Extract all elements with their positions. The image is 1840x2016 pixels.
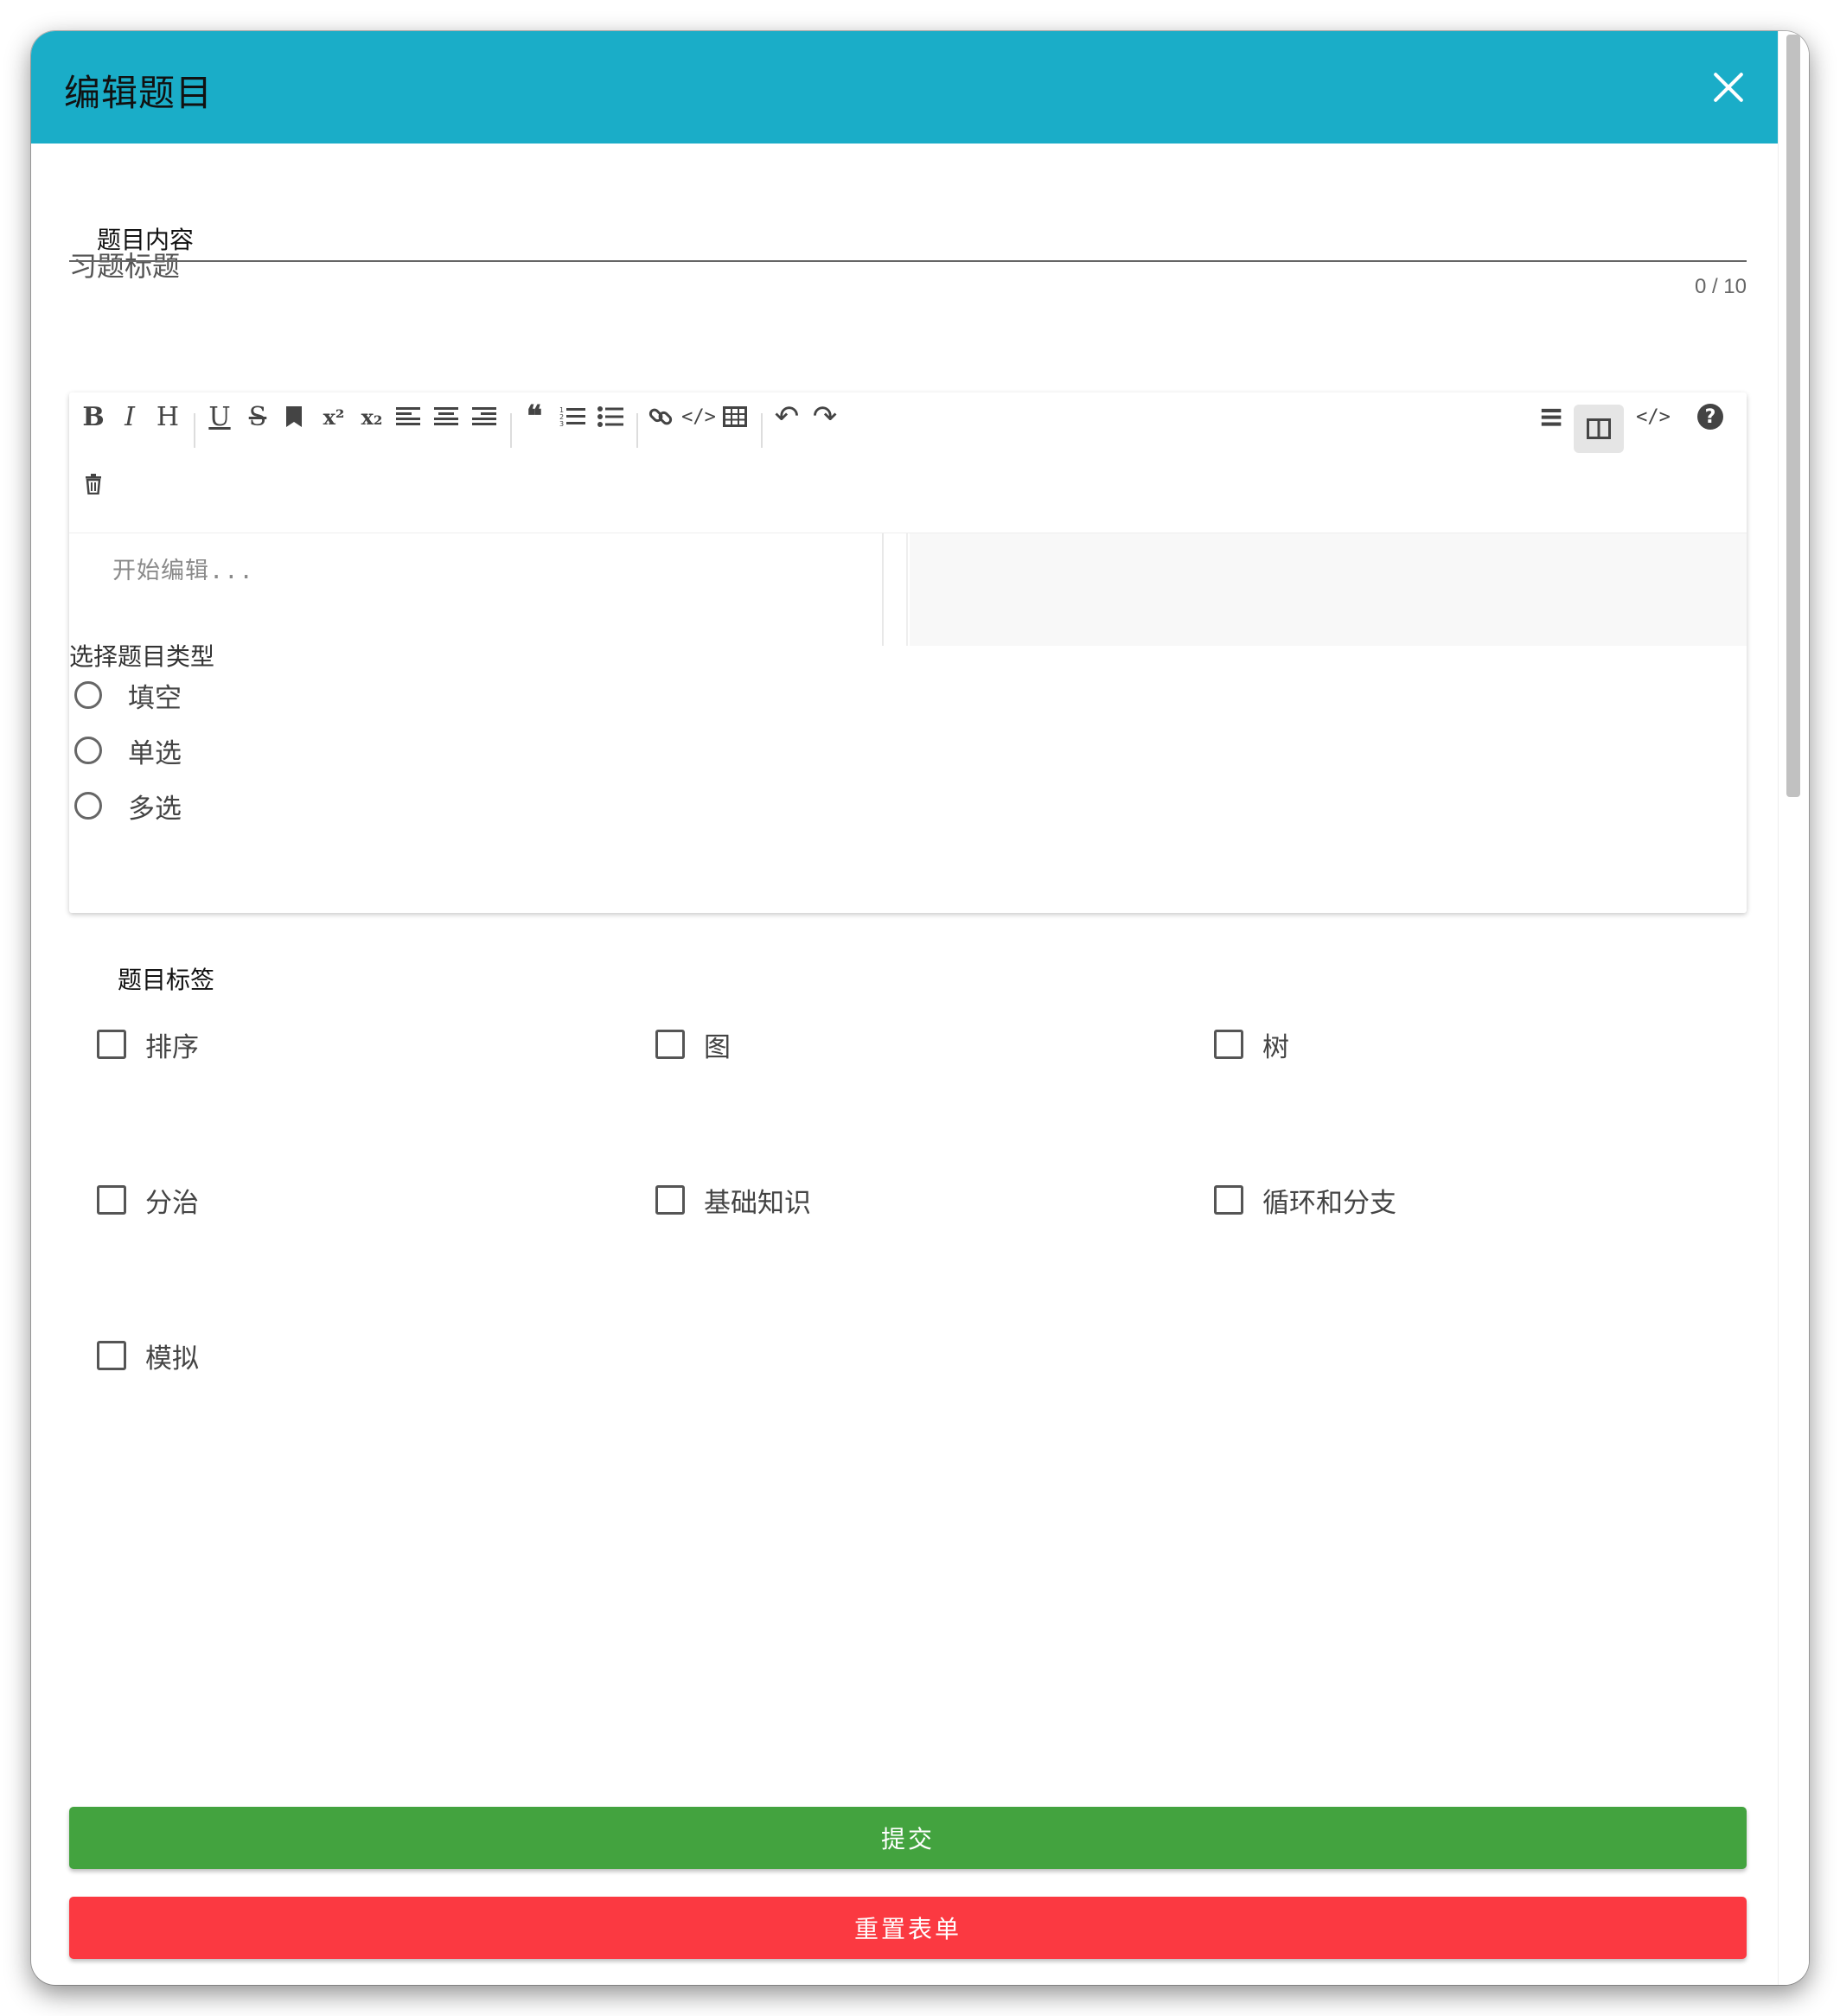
checkbox-label: 分治 [145,1187,199,1219]
radio-single-choice[interactable]: 单选 [74,733,182,769]
svg-text:?: ? [1705,406,1716,428]
close-icon[interactable] [1709,67,1748,107]
markdown-editor: B I H U S x² x₂ ❝ 123 </> ↶ ↷ ≡ </> ? 开始… [69,392,1747,913]
checkbox-icon[interactable] [1214,1030,1243,1059]
radio-label: 填空 [128,682,182,714]
subfield-icon[interactable] [1574,405,1624,453]
scrollbar-thumb[interactable] [1786,35,1800,797]
checkbox-icon[interactable] [655,1185,685,1215]
svg-text:3: 3 [559,420,564,428]
checkbox-icon[interactable] [1214,1185,1243,1215]
checkbox-label: 模拟 [145,1343,199,1375]
radio-label: 单选 [128,737,182,769]
tag-checkbox-basics[interactable]: 基础知识 [655,1183,811,1219]
html-code-icon[interactable]: </> [1629,392,1677,441]
title-input[interactable] [69,195,1747,294]
unordered-list-icon[interactable] [586,392,635,441]
checkbox-icon[interactable] [97,1030,126,1059]
submit-button[interactable]: 提交 [69,1807,1747,1869]
editor-placeholder: 开始编辑... [112,558,254,584]
reset-form-button[interactable]: 重置表单 [69,1897,1747,1959]
dialog-title: 编辑题目 [64,72,214,114]
radio-label: 多选 [128,793,182,825]
edit-question-dialog: 编辑题目 0 / 10 题目内容 B I H U S x² x₂ ❝ [31,31,1809,1985]
checkbox-label: 基础知识 [704,1187,811,1219]
radio-circle-icon[interactable] [74,681,102,709]
redo-icon[interactable]: ↷ [801,392,849,441]
title-field [69,195,1747,294]
table-icon[interactable] [711,392,759,441]
help-icon[interactable]: ? [1686,392,1735,441]
tag-checkbox-sort[interactable]: 排序 [97,1027,199,1063]
checkbox-label: 排序 [145,1031,199,1063]
editor-pane-gutter [884,533,908,646]
checkbox-icon[interactable] [97,1185,126,1215]
question-type-label: 选择题目类型 [69,642,215,671]
editor-input-pane[interactable] [69,533,884,646]
navigation-icon[interactable]: ≡ [1527,392,1575,441]
trash-icon[interactable] [69,460,118,508]
radio-fill-blank[interactable]: 填空 [74,678,182,714]
tag-checkbox-loops-branches[interactable]: 循环和分支 [1214,1183,1396,1219]
editor-preview-pane [910,533,1747,646]
radio-circle-icon[interactable] [74,737,102,764]
tag-checkbox-divide-conquer[interactable]: 分治 [97,1183,199,1219]
title-char-counter: 0 / 10 [1694,275,1747,298]
tag-checkbox-tree[interactable]: 树 [1214,1027,1289,1063]
radio-multiple-choice[interactable]: 多选 [74,788,182,825]
checkbox-label: 图 [704,1031,731,1063]
content-label: 题目内容 [97,226,195,254]
tag-checkbox-graph[interactable]: 图 [655,1027,731,1063]
tag-checkbox-simulation[interactable]: 模拟 [97,1338,199,1375]
align-right-icon[interactable] [460,392,508,441]
checkbox-label: 循环和分支 [1262,1187,1396,1219]
tags-label: 题目标签 [118,966,215,994]
title-underline [69,260,1747,262]
radio-circle-icon[interactable] [74,792,102,820]
checkbox-icon[interactable] [97,1341,126,1370]
heading-icon[interactable]: H [144,392,192,441]
dialog-header: 编辑题目 [31,31,1778,144]
checkbox-label: 树 [1262,1031,1289,1063]
checkbox-icon[interactable] [655,1030,685,1059]
